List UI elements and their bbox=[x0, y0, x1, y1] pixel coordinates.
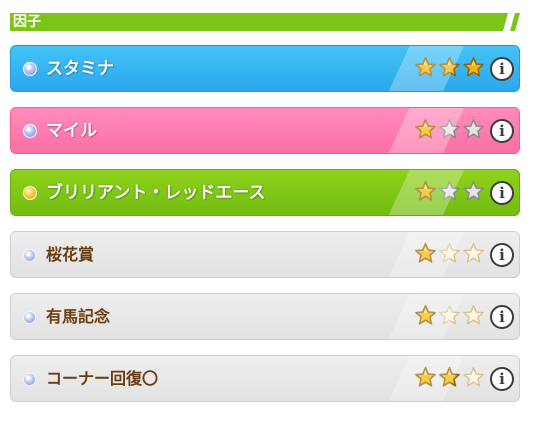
factor-row-oukashou[interactable]: 桜花賞 i bbox=[10, 231, 520, 278]
section-header-slash bbox=[510, 13, 520, 31]
section-header: 因子 bbox=[10, 13, 520, 33]
factor-type-dot-icon bbox=[23, 373, 36, 386]
factor-type-dot-icon bbox=[23, 249, 36, 262]
star-empty-icon bbox=[439, 243, 460, 263]
info-icon[interactable]: i bbox=[490, 181, 514, 205]
factor-row-unique[interactable]: ブリリアント・レッドエース i bbox=[10, 169, 520, 216]
star-rating bbox=[414, 304, 486, 328]
factor-type-dot-icon bbox=[23, 186, 37, 200]
star-filled-icon bbox=[415, 118, 436, 139]
factor-label: 有馬記念 bbox=[46, 307, 111, 326]
factor-row-arima-kinen[interactable]: 有馬記念 i bbox=[10, 293, 520, 340]
star-filled-icon bbox=[439, 56, 460, 77]
section-title: 因子 bbox=[13, 14, 41, 30]
factor-row-corner-recovery[interactable]: コーナー回復〇 i bbox=[10, 355, 520, 402]
star-filled-icon bbox=[415, 242, 436, 263]
star-rating bbox=[414, 56, 486, 80]
info-icon[interactable]: i bbox=[490, 57, 514, 81]
star-filled-icon bbox=[439, 366, 460, 387]
star-rating bbox=[414, 242, 486, 266]
star-filled-icon bbox=[415, 366, 436, 387]
factor-type-dot-icon bbox=[23, 124, 37, 138]
factor-type-dot-icon bbox=[23, 62, 37, 76]
star-empty-icon bbox=[463, 118, 484, 139]
star-rating bbox=[414, 118, 486, 142]
star-rating bbox=[414, 366, 486, 390]
star-empty-icon bbox=[463, 180, 484, 201]
star-filled-icon bbox=[415, 180, 436, 201]
star-empty-icon bbox=[463, 367, 484, 387]
star-empty-icon bbox=[439, 180, 460, 201]
star-empty-icon bbox=[439, 118, 460, 139]
info-icon[interactable]: i bbox=[490, 243, 514, 267]
info-icon[interactable]: i bbox=[490, 119, 514, 143]
info-icon[interactable]: i bbox=[490, 367, 514, 391]
star-filled-icon bbox=[463, 56, 484, 77]
star-empty-icon bbox=[439, 305, 460, 325]
star-filled-icon bbox=[415, 56, 436, 77]
info-icon[interactable]: i bbox=[490, 305, 514, 329]
factor-label: スタミナ bbox=[46, 59, 114, 79]
star-rating bbox=[414, 180, 486, 204]
factor-row-stamina[interactable]: スタミナ i bbox=[10, 45, 520, 92]
section-header-band bbox=[10, 13, 508, 31]
factor-label: 桜花賞 bbox=[46, 245, 95, 264]
factor-type-dot-icon bbox=[23, 311, 36, 324]
factor-label: コーナー回復〇 bbox=[46, 369, 159, 388]
star-empty-icon bbox=[463, 305, 484, 325]
star-filled-icon bbox=[415, 304, 436, 325]
factor-row-mile[interactable]: マイル i bbox=[10, 107, 520, 154]
factor-label: ブリリアント・レッドエース bbox=[46, 183, 266, 203]
star-empty-icon bbox=[463, 243, 484, 263]
factor-label: マイル bbox=[46, 121, 97, 141]
